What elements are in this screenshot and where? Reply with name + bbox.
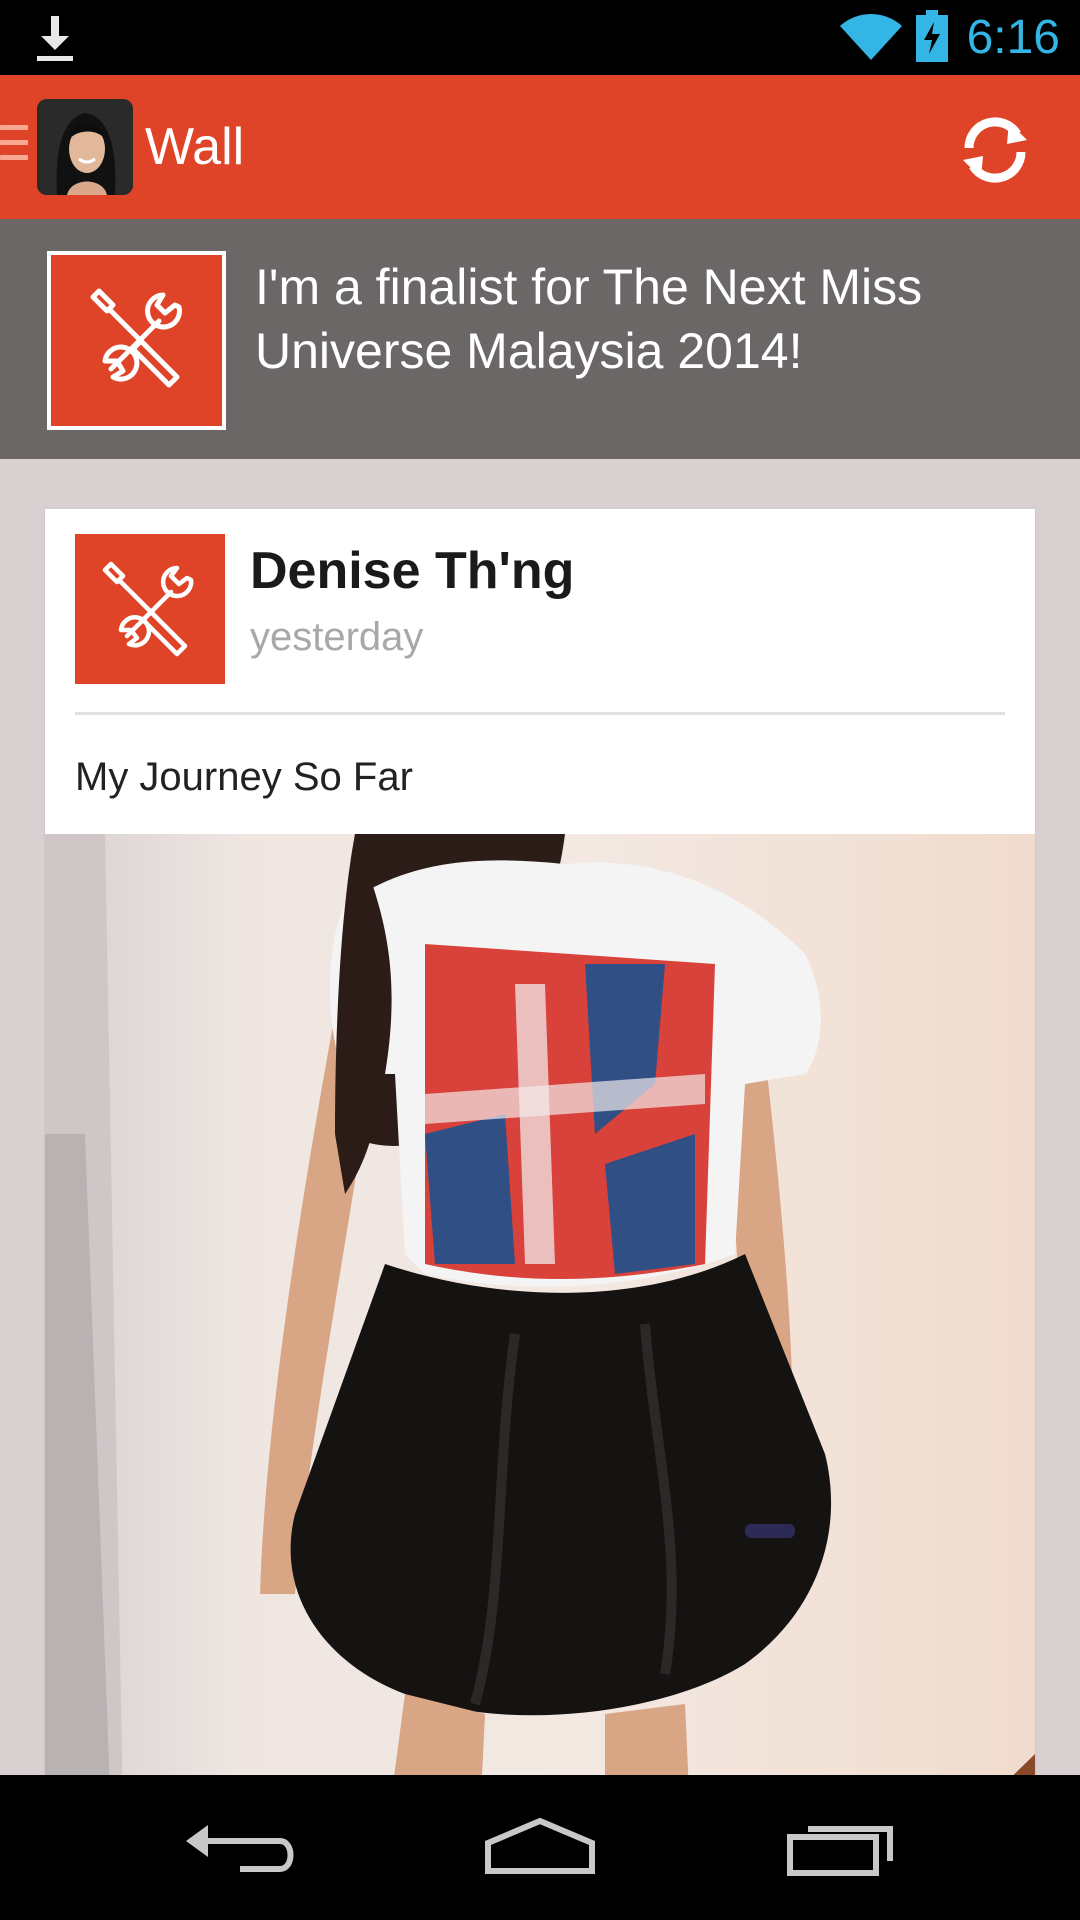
status-bar: 6:16	[0, 0, 1080, 75]
refresh-icon	[963, 117, 1027, 183]
post-title: My Journey So Far	[75, 755, 413, 799]
recents-icon[interactable]	[782, 1811, 902, 1881]
banner-tools-tile	[47, 251, 226, 430]
home-icon[interactable]	[480, 1811, 600, 1881]
status-time: 6:16	[966, 11, 1060, 64]
post-card[interactable]: Denise Th'ng yesterday My Journey So Far	[45, 509, 1035, 1920]
avatar-image	[37, 99, 133, 195]
avatar[interactable]	[37, 99, 133, 195]
post-photo[interactable]	[45, 834, 1035, 1920]
back-icon[interactable]	[180, 1811, 300, 1881]
action-bar: Wall	[0, 75, 1080, 219]
battery-charging-icon	[916, 10, 948, 62]
post-timestamp: yesterday	[250, 615, 424, 659]
drawer-icon[interactable]	[0, 125, 30, 169]
tools-icon	[102, 561, 194, 657]
banner-text: I'm a finalist for The Next Miss Univers…	[255, 259, 923, 379]
post-author: Denise Th'ng	[250, 542, 575, 600]
navigation-bar	[0, 1775, 1080, 1920]
post-photo-illustration	[45, 834, 1035, 1920]
divider	[75, 712, 1005, 715]
announcement-banner[interactable]: I'm a finalist for The Next Miss Univers…	[0, 219, 1080, 459]
page-title: Wall	[145, 118, 245, 176]
post-tools-tile	[75, 534, 225, 684]
tools-icon	[90, 288, 182, 388]
wifi-icon	[840, 13, 902, 60]
download-icon	[37, 16, 73, 61]
refresh-button[interactable]	[955, 110, 1035, 190]
